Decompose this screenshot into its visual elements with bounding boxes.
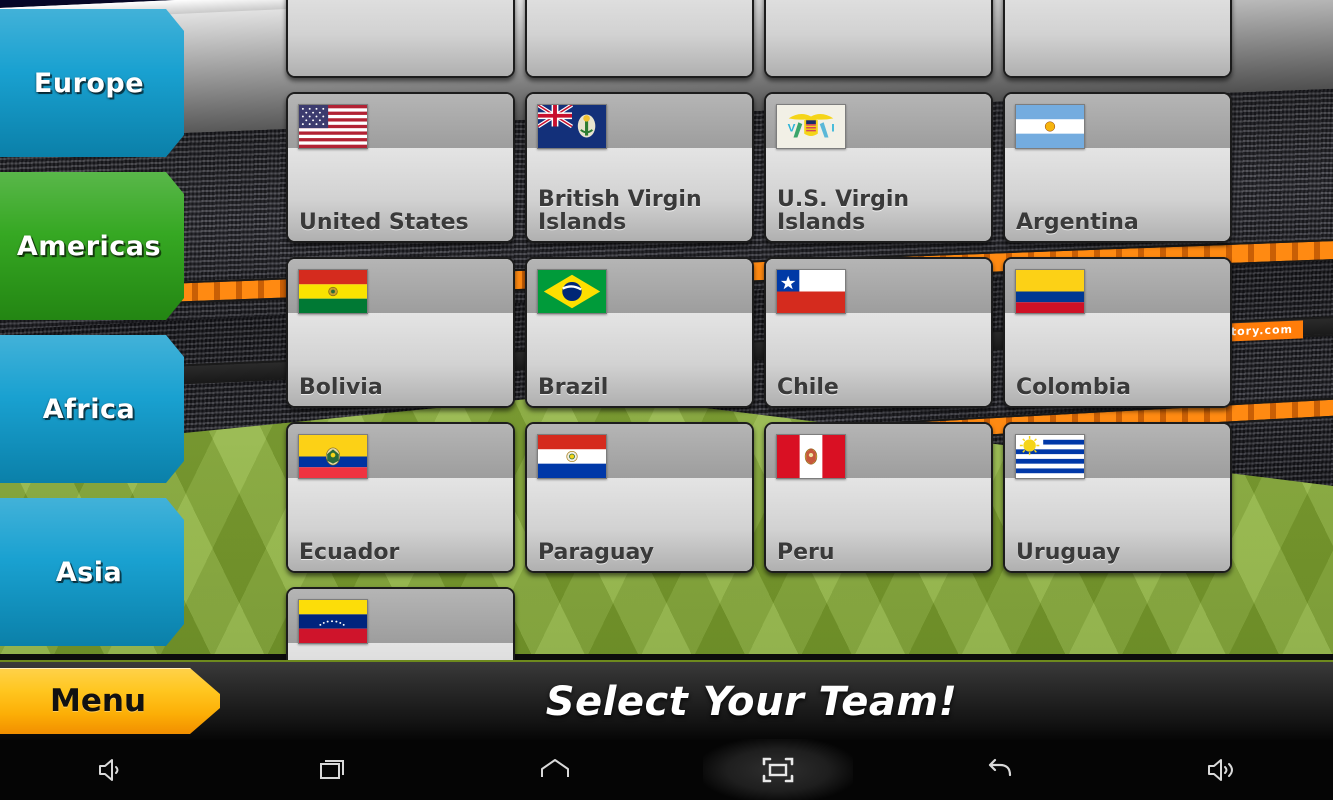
volume-up-icon[interactable] <box>1111 740 1333 800</box>
flag-pe-icon <box>776 434 846 479</box>
team-card-brazil[interactable]: Brazil <box>525 257 754 408</box>
team-name: Bolivia <box>299 375 383 401</box>
back-icon[interactable] <box>889 740 1111 800</box>
team-name: Colombia <box>1016 375 1131 401</box>
flag-bo-icon <box>298 269 368 314</box>
flag-vi-icon: V I <box>776 104 846 149</box>
menu-button[interactable]: Menu <box>0 668 220 734</box>
team-card[interactable] <box>286 0 515 78</box>
team-name: Paraguay <box>538 540 654 566</box>
team-row: Bolivia Brazil Chile Colombia <box>286 257 1333 408</box>
team-card-us-virgin-islands[interactable]: V I U.S. Virgin Islands <box>764 92 993 243</box>
screenshot-icon[interactable] <box>667 740 889 800</box>
flag-cl-icon <box>776 269 846 314</box>
home-icon[interactable] <box>444 740 666 800</box>
svg-text:V: V <box>788 123 796 135</box>
flag-vg-icon <box>537 104 607 149</box>
flag-ar-icon <box>1015 104 1085 149</box>
team-name: Chile <box>777 375 839 401</box>
card-name-area <box>527 0 752 76</box>
team-card-paraguay[interactable]: Paraguay <box>525 422 754 573</box>
team-card[interactable] <box>525 0 754 78</box>
sidebar-item-label: Americas <box>16 230 162 262</box>
team-name: Ecuador <box>299 540 400 566</box>
team-card-ecuador[interactable]: Ecuador <box>286 422 515 573</box>
team-row: Ecuador Paraguay Peru Uruguay <box>286 422 1333 573</box>
team-card-bolivia[interactable]: Bolivia <box>286 257 515 408</box>
game-screen: FlashFactory.com Europe Americas Africa … <box>0 0 1333 800</box>
sidebar-item-africa[interactable]: Africa <box>0 335 184 483</box>
flag-uy-icon <box>1015 434 1085 479</box>
flag-ve-icon <box>298 599 368 644</box>
team-card[interactable] <box>764 0 993 78</box>
team-row <box>286 0 1333 78</box>
card-name-area <box>766 0 991 76</box>
team-name: United States <box>299 210 469 236</box>
team-card-uruguay[interactable]: Uruguay <box>1003 422 1232 573</box>
team-name: U.S. Virgin Islands <box>777 186 910 236</box>
team-name: Brazil <box>538 375 609 401</box>
svg-text:I: I <box>831 123 834 135</box>
sidebar-item-asia[interactable]: Asia <box>0 498 184 646</box>
flag-us-icon <box>298 104 368 149</box>
sidebar-item-europe[interactable]: Europe <box>0 9 184 157</box>
team-card-peru[interactable]: Peru <box>764 422 993 573</box>
flag-br-icon <box>537 269 607 314</box>
flag-ec-icon <box>298 434 368 479</box>
menu-button-label: Menu <box>50 683 147 719</box>
confederation-tabs: Europe Americas Africa Asia <box>0 0 190 660</box>
sidebar-item-label: Africa <box>42 393 136 425</box>
team-card-british-virgin-islands[interactable]: British Virgin Islands <box>525 92 754 243</box>
team-name: British Virgin Islands <box>538 186 702 236</box>
flag-co-icon <box>1015 269 1085 314</box>
card-name-area <box>1005 0 1230 76</box>
sidebar-item-americas[interactable]: Americas <box>0 172 184 320</box>
team-card-chile[interactable]: Chile <box>764 257 993 408</box>
bottom-bar: Menu Select Your Team! <box>0 660 1333 740</box>
team-card-argentina[interactable]: Argentina <box>1003 92 1232 243</box>
card-name-area <box>288 0 513 76</box>
team-name: Peru <box>777 540 835 566</box>
team-card-colombia[interactable]: Colombia <box>1003 257 1232 408</box>
android-nav-bar <box>0 740 1333 800</box>
page-title: Select Your Team! <box>545 679 958 725</box>
recents-icon[interactable] <box>222 740 444 800</box>
team-name: Uruguay <box>1016 540 1121 566</box>
flag-py-icon <box>537 434 607 479</box>
sidebar-item-label: Asia <box>55 556 123 588</box>
team-row: United States British Virgin Islands V I… <box>286 92 1333 243</box>
team-card-united-states[interactable]: United States <box>286 92 515 243</box>
sidebar-item-label: Europe <box>33 67 145 99</box>
volume-down-icon[interactable] <box>0 740 222 800</box>
team-card[interactable] <box>1003 0 1232 78</box>
team-name: Argentina <box>1016 210 1139 236</box>
